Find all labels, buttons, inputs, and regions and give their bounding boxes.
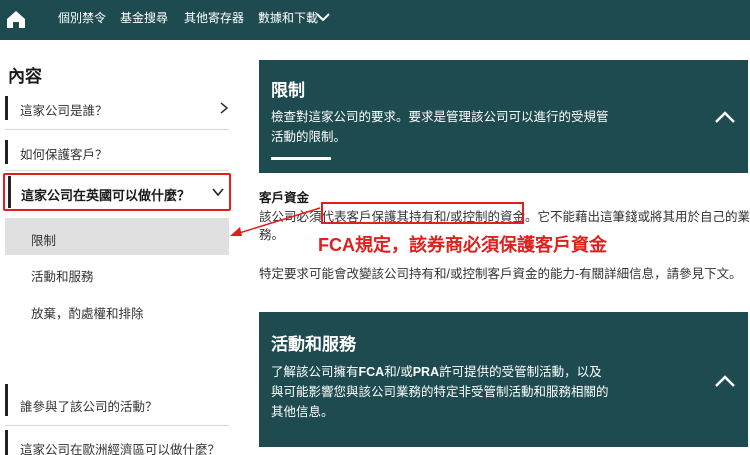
sidebar-item-label: 誰參與了該公司的活動？: [20, 400, 158, 414]
sidebar-item-eea-activities[interactable]: 這家公司在歐洲經濟區可以做什麼？: [5, 430, 229, 455]
sidebar-item-label: 這家公司在歐洲經濟區可以做什麼？: [20, 443, 221, 455]
panel-activities[interactable]: 活動和服務 了解該公司擁有FCA和/或PRA許可提供的受管制活動，以及與可能影響…: [259, 312, 748, 447]
sidebar-title: 內容: [8, 67, 42, 86]
sidebar-divider: [5, 170, 229, 171]
highlight-box-content: [321, 202, 524, 224]
sidebar-item-label: 這家公司在英國可以做什麼？: [21, 188, 191, 203]
home-icon[interactable]: [5, 8, 27, 30]
nav-item-individual-prohibitions[interactable]: 個別禁令: [58, 11, 106, 25]
sidebar-subitem-activities[interactable]: 活動和服務: [31, 266, 94, 285]
sidebar-subitem-limits[interactable]: 限制: [31, 230, 56, 249]
panel-desc-fca: FCA: [358, 365, 385, 379]
chevron-down-icon[interactable]: [316, 11, 330, 23]
panel-description: 了解該公司擁有FCA和/或PRA許可提供的受管制活動，以及與可能影響您與該公司業…: [271, 362, 611, 422]
client-money-heading: 客戶資金: [259, 191, 310, 205]
annotation-text: FCA規定，該券商必須保護客戶資金: [318, 235, 607, 255]
chevron-down-icon: [212, 188, 224, 197]
panel-desc-pre: 了解該公司擁有: [271, 365, 359, 379]
sidebar-subitem-waivers[interactable]: 放棄，酌處權和排除: [31, 303, 144, 322]
sidebar-item-uk-activities[interactable]: 這家公司在英國可以做什麼？: [8, 176, 228, 208]
panel-title: 限制: [271, 81, 305, 100]
panel-underline: [271, 157, 331, 160]
panel-description: 檢查對這家公司的要求。要求是管理該公司可以進行的受規管活動的限制。: [271, 110, 609, 144]
sidebar-item-client-protection[interactable]: 如何保護客戶？: [5, 140, 229, 164]
panel-limits[interactable]: 限制 檢查對這家公司的要求。要求是管理該公司可以進行的受規管活動的限制。: [259, 60, 748, 173]
panel-title: 活動和服務: [271, 335, 356, 354]
client-money-text-line3: 特定要求可能會改變該公司持有和/或控制客戶資金的能力-有關詳細信息，請參見下文。: [259, 267, 742, 281]
sidebar-item-who-is-involved[interactable]: 誰參與了該公司的活動？: [5, 384, 229, 416]
panel-desc-pra: PRA: [412, 365, 440, 379]
nav-item-other-registers[interactable]: 其他寄存器: [184, 11, 244, 25]
chevron-up-icon[interactable]: [714, 374, 736, 388]
chevron-up-icon[interactable]: [714, 110, 736, 124]
annotation-arrow-icon: [230, 207, 321, 236]
top-navigation: 個別禁令 基金搜尋 其他寄存器 數據和下載: [0, 0, 750, 40]
chevron-right-icon: [220, 102, 229, 114]
sidebar-item-who-is-firm[interactable]: 這家公司是誰？: [5, 96, 229, 120]
sidebar-divider: [5, 425, 229, 426]
sidebar-item-label: 這家公司是誰？: [20, 104, 108, 118]
sidebar-divider: [5, 129, 229, 130]
nav-item-data-downloads[interactable]: 數據和下載: [258, 11, 318, 25]
nav-item-fund-search[interactable]: 基金搜尋: [120, 11, 168, 25]
sidebar-item-label: 如何保護客戶？: [20, 148, 108, 162]
panel-desc-mid: 和/或: [384, 365, 413, 379]
